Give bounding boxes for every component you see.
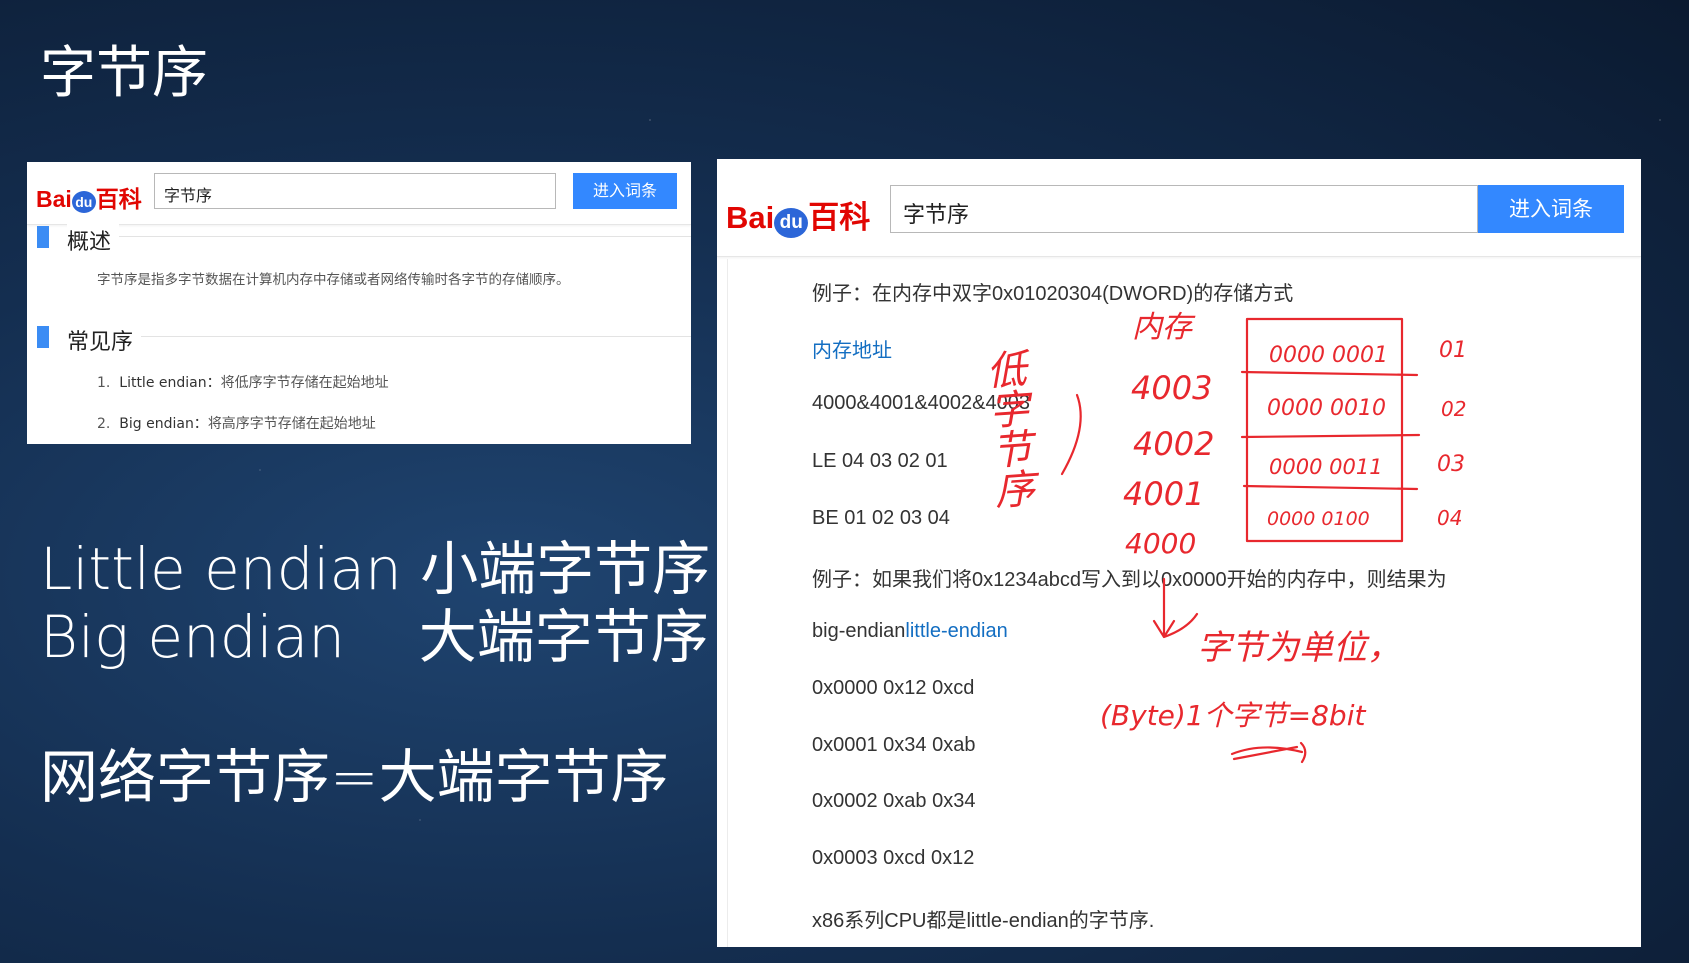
common-order-title: 常见序 [67,324,142,356]
logo-baike: 百科 [95,186,142,212]
logo-paw-icon: du [71,191,96,213]
annotation-memory: 内存 [1132,310,1196,345]
baike-example-panel: Bai du 百科 字节序 进入词条 例子：在内存中双字0x01020304(DWO… [717,159,1641,947]
list-term: Little endian： [119,375,221,391]
scribble-strikeout [1230,741,1307,764]
annotation-bits-02: 0000 0010 [1267,396,1386,421]
annotation-bits-04: 0000 0100 [1267,508,1370,530]
annotation-hex-02: 02 [1441,397,1466,421]
annotation-hex-04: 04 [1437,506,1462,530]
overview-title: 概述 [67,224,120,256]
annotation-bits-01: 0000 0001 [1269,343,1388,368]
handwritten-annotations: 低字节序 内存 4003 4002 4001 4000 0000 0001 00… [978,310,1467,764]
list-term: Big endian： [119,416,208,432]
annotation-low: 低字节序 [978,347,1036,510]
annotation-byte-eq: (Byte)1个字节=8bit [1100,699,1366,732]
memory-divider [1242,484,1419,491]
baike-summary-panel: Bai du 百科 字节序 进入词条 概述 字节序是指多字节数据在计算机内存中存储或… [27,162,691,444]
network-order-line: 网络字节序=大端字节序 [40,743,669,811]
common-order-heading: 常见序 [37,324,691,356]
overview-text: 字节序是指多字节数据在计算机内存中存储或者网络传输时各字节的存储顺序。 [97,272,570,288]
list-number: 2. [97,416,111,432]
big-endian-line: Big endian 大端字节序 [40,603,709,671]
overview-heading: 概述 [37,224,691,256]
annotation-brace [1060,393,1082,476]
memory-divider [1240,433,1421,439]
annotation-hex-03: 03 [1437,452,1465,477]
section-marker [37,226,49,248]
section-divider [67,236,691,237]
annotation-addr-4000: 4000 [1125,527,1196,560]
list-item: 2. Big endian：将高序字节存储在起始地址 [97,413,376,433]
memory-divider [1240,370,1419,377]
annotation-addr-4003: 4003 [1131,369,1212,407]
annotation-hex-01: 01 [1439,338,1467,363]
baidu-baike-logo[interactable]: Bai du 百科 [36,180,142,214]
down-arrow-icon [1152,577,1199,639]
enter-entry-button[interactable]: 进入词条 [573,173,677,209]
section-marker [37,326,49,348]
annotation-addr-4002: 4002 [1133,425,1214,463]
annotation-bits-03: 0000 0011 [1269,455,1383,479]
baike-header: Bai du 百科 字节序 进入词条 [27,162,691,225]
list-desc: 将高序字节存储在起始地址 [207,416,376,432]
list-desc: 将低序字节存储在起始地址 [220,375,389,391]
little-endian-line: Little endian 小端字节序 [40,535,711,603]
annotation-addr-4001: 4001 [1123,475,1204,513]
annotation-unit: 字节为单位， [1197,628,1401,668]
list-item: 1. Little endian：将低序字节存储在起始地址 [97,372,389,392]
logo-bai: Bai [36,186,72,212]
section-divider [67,336,691,337]
search-input[interactable]: 字节序 [154,173,556,209]
list-number: 1. [97,375,111,391]
slide-title: 字节序 [40,41,208,106]
